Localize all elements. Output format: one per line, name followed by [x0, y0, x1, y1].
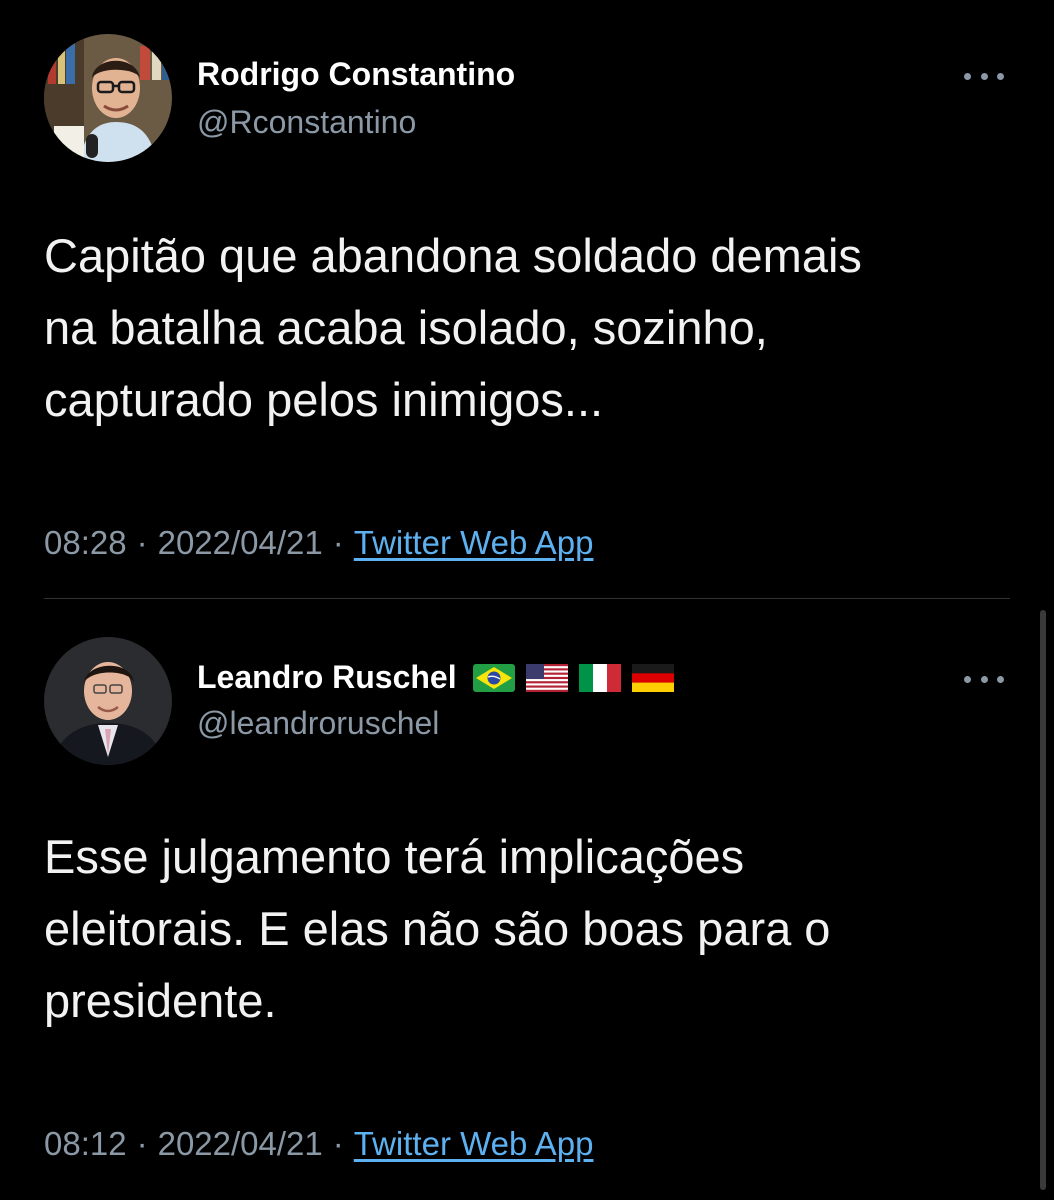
more-options-icon[interactable]: [960, 667, 1008, 691]
author-handle[interactable]: @Rconstantino: [197, 104, 416, 141]
author-name[interactable]: Leandro Ruschel: [197, 659, 674, 696]
author-name[interactable]: Rodrigo Constantino: [197, 56, 515, 93]
tweet-date[interactable]: 2022/04/21: [158, 524, 323, 562]
avatar-photo: [44, 637, 172, 765]
tweet[interactable]: Leandro Ruschel @leandroruschel Esse jul…: [0, 599, 1054, 1200]
avatar-photo: [44, 34, 172, 162]
more-options-icon[interactable]: [960, 64, 1008, 88]
tweet-time[interactable]: 08:28: [44, 524, 127, 562]
author-handle[interactable]: @leandroruschel: [197, 705, 439, 742]
flag-emojis: [472, 663, 674, 692]
meta-separator: ·: [332, 524, 344, 561]
author-name-text: Rodrigo Constantino: [197, 56, 516, 92]
tweet-source-link[interactable]: Twitter Web App: [354, 1125, 594, 1163]
tweet-text: Esse julgamento terá implicações eleitor…: [44, 830, 831, 1027]
meta-separator: ·: [136, 524, 148, 561]
meta-separator: ·: [332, 1125, 344, 1162]
avatar[interactable]: [44, 637, 172, 765]
tweet-source-link[interactable]: Twitter Web App: [354, 524, 594, 562]
tweet-meta: 08:12 · 2022/04/21 · Twitter Web App: [44, 1125, 593, 1163]
tweet[interactable]: Rodrigo Constantino @Rconstantino Capitã…: [0, 0, 1054, 598]
scrollbar[interactable]: [1040, 610, 1046, 1190]
tweet-date[interactable]: 2022/04/21: [158, 1125, 323, 1163]
usa-flag-icon: [525, 663, 568, 692]
avatar[interactable]: [44, 34, 172, 162]
meta-separator: ·: [136, 1125, 148, 1162]
brazil-flag-icon: [472, 663, 515, 692]
tweet-text: Capitão que abandona soldado demais na b…: [44, 229, 862, 426]
tweet-time[interactable]: 08:12: [44, 1125, 127, 1163]
author-name-text: Leandro Ruschel: [197, 659, 457, 695]
italy-flag-icon: [578, 663, 621, 692]
tweet-meta: 08:28 · 2022/04/21 · Twitter Web App: [44, 524, 593, 562]
germany-flag-icon: [631, 663, 674, 692]
